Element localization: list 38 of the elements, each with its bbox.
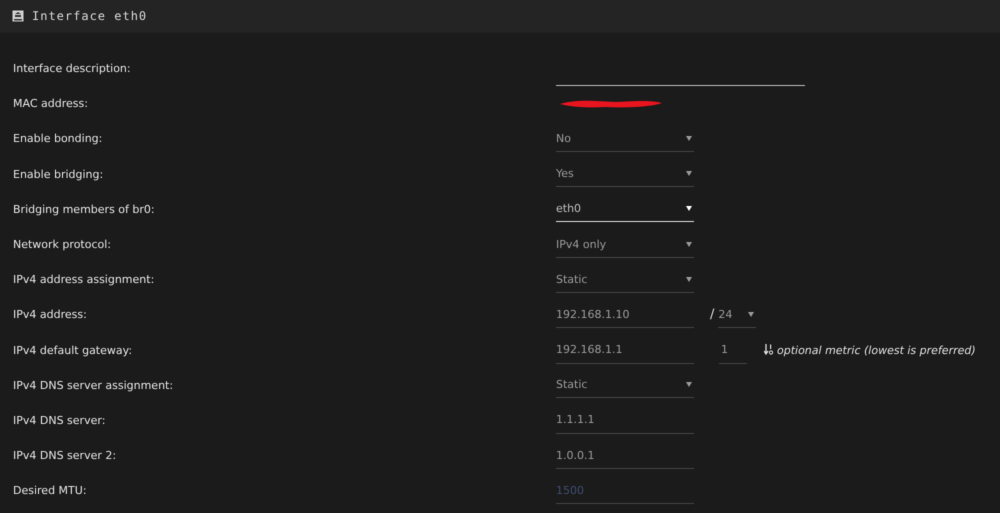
dropdown[interactable]: IPv4 only — [556, 232, 694, 258]
field-label: MAC address: — [12, 97, 89, 110]
field-label: IPv4 default gateway: — [12, 344, 134, 357]
caret-icon — [686, 136, 692, 141]
field-label: Network protocol: — [12, 238, 112, 252]
field-label: IPv4 DNS server assignment: — [12, 378, 174, 392]
dropdown[interactable]: Yes — [556, 161, 694, 188]
caret-icon — [686, 382, 692, 388]
field-label: IPv4 DNS server: — [12, 414, 106, 427]
network-card-icon — [12, 10, 24, 22]
input-field[interactable]: 1.1.1.1 — [556, 406, 694, 434]
sort-ascending-icon — [764, 344, 774, 356]
dropdown[interactable]: Static — [556, 372, 694, 398]
separator-slash: / — [710, 307, 714, 322]
field-label: IPv4 address: — [12, 308, 88, 322]
field-label: IPv4 address assignment: — [12, 273, 156, 286]
input-field[interactable]: 1.0.0.1 — [556, 442, 694, 470]
input-field[interactable]: 192.168.1.10 — [556, 301, 694, 328]
dropdown[interactable]: Static — [556, 266, 694, 293]
field-label: Enable bonding: — [12, 132, 104, 146]
caret-icon — [686, 276, 692, 282]
caret-icon — [686, 206, 692, 212]
dropdown[interactable]: eth0 — [556, 196, 694, 222]
field-label: Bridging members of br0: — [12, 202, 156, 216]
caret-icon — [748, 312, 754, 317]
field-label: Interface description: — [12, 62, 132, 76]
field-label: Desired MTU: — [12, 484, 88, 498]
metric-field[interactable]: 1 — [719, 336, 747, 364]
field-label: Enable bridging: — [12, 168, 104, 181]
dropdown[interactable]: 24 — [718, 302, 756, 328]
metric-hint: optional metric (lowest is preferred) — [777, 344, 976, 357]
field-label: IPv4 DNS server 2: — [12, 449, 118, 462]
input-field[interactable]: 1500 — [556, 477, 694, 504]
caret-icon — [686, 171, 692, 176]
caret-icon — [686, 242, 692, 247]
panel-title: Interface eth0 — [32, 9, 148, 23]
dropdown[interactable]: No — [556, 126, 694, 152]
input-field[interactable]: 192.168.1.1 — [556, 336, 694, 364]
